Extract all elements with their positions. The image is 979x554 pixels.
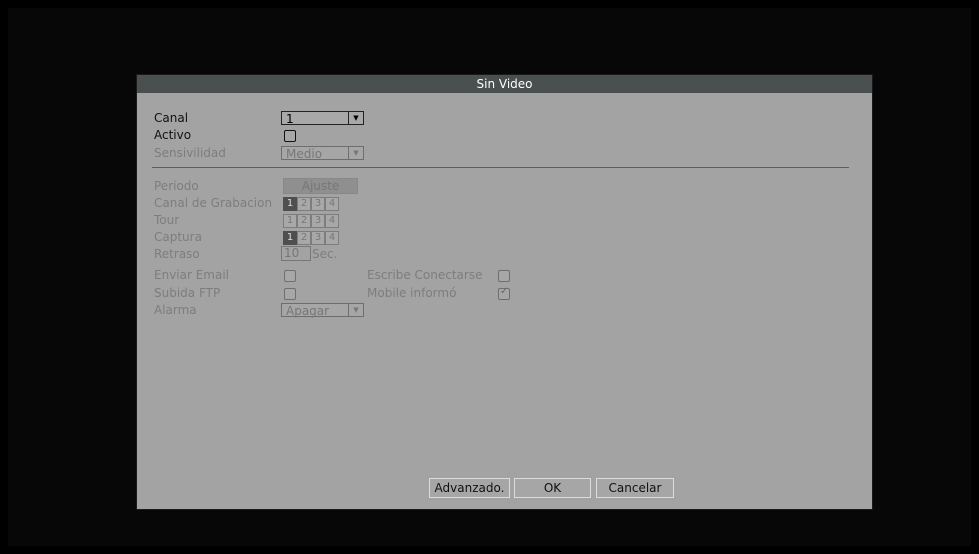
retraso-input[interactable]: 10 — [281, 246, 311, 261]
subida-ftp-checkbox[interactable] — [284, 288, 296, 300]
captura-chip-4[interactable]: 4 — [325, 231, 339, 245]
captura-label: Captura — [154, 230, 202, 244]
escribe-conectarse-checkbox[interactable] — [498, 270, 510, 282]
canal-value: 1 — [286, 112, 294, 126]
canal-grabacion-chip-3[interactable]: 3 — [311, 197, 325, 211]
alarma-value: Apagar — [286, 304, 330, 318]
retraso-unit: Sec. — [312, 247, 338, 261]
alarma-select[interactable]: Apagar ▼ — [281, 303, 364, 318]
captura-chip-2[interactable]: 2 — [297, 231, 311, 245]
dialog-title: Sin Video — [137, 75, 872, 93]
cancel-button[interactable]: Cancelar — [596, 478, 674, 498]
periodo-label: Periodo — [154, 179, 199, 193]
chevron-down-icon: ▼ — [348, 304, 363, 316]
sensibilidad-value: Medio — [286, 147, 323, 161]
chevron-down-icon: ▼ — [348, 147, 363, 159]
alarma-label: Alarma — [154, 303, 197, 317]
canal-grabacion-label: Canal de Grabacion — [154, 196, 273, 210]
section-divider — [152, 167, 849, 168]
chevron-down-icon: ▼ — [348, 112, 363, 124]
advanced-button[interactable]: Advanzado. — [429, 478, 510, 498]
captura-chip-3[interactable]: 3 — [311, 231, 325, 245]
canal-select[interactable]: 1 ▼ — [281, 111, 364, 126]
activo-checkbox[interactable] — [284, 130, 296, 142]
captura-chip-1[interactable]: 1 — [283, 231, 297, 245]
tour-label: Tour — [154, 213, 180, 227]
sensibilidad-label: Sensivilidad — [154, 146, 226, 160]
sensibilidad-select[interactable]: Medio ▼ — [281, 146, 364, 161]
tour-chip-4[interactable]: 4 — [325, 214, 339, 228]
screen-background: Sin Video Canal 1 ▼ Activo Sensivilidad … — [8, 8, 971, 546]
no-video-dialog: Sin Video Canal 1 ▼ Activo Sensivilidad … — [137, 75, 872, 509]
canal-grabacion-chip-2[interactable]: 2 — [297, 197, 311, 211]
canal-label: Canal — [154, 111, 189, 125]
tour-chip-1[interactable]: 1 — [283, 214, 297, 228]
activo-label: Activo — [154, 128, 192, 142]
canal-grabacion-chip-1[interactable]: 1 — [283, 197, 297, 211]
retraso-label: Retraso — [154, 247, 200, 261]
tour-chip-3[interactable]: 3 — [311, 214, 325, 228]
enviar-email-checkbox[interactable] — [284, 270, 296, 282]
canal-grabacion-chip-4[interactable]: 4 — [325, 197, 339, 211]
mobile-informo-checkbox[interactable]: ✓ — [498, 286, 510, 300]
subida-ftp-label: Subida FTP — [154, 286, 221, 300]
check-icon: ✓ — [500, 286, 509, 297]
ajuste-button[interactable]: Ajuste — [283, 178, 358, 194]
escribe-conectarse-label: Escribe Conectarse — [367, 268, 483, 282]
ok-button[interactable]: OK — [514, 478, 591, 498]
enviar-email-label: Enviar Email — [154, 268, 230, 282]
mobile-informo-label: Mobile informó — [367, 286, 457, 300]
tour-chip-2[interactable]: 2 — [297, 214, 311, 228]
